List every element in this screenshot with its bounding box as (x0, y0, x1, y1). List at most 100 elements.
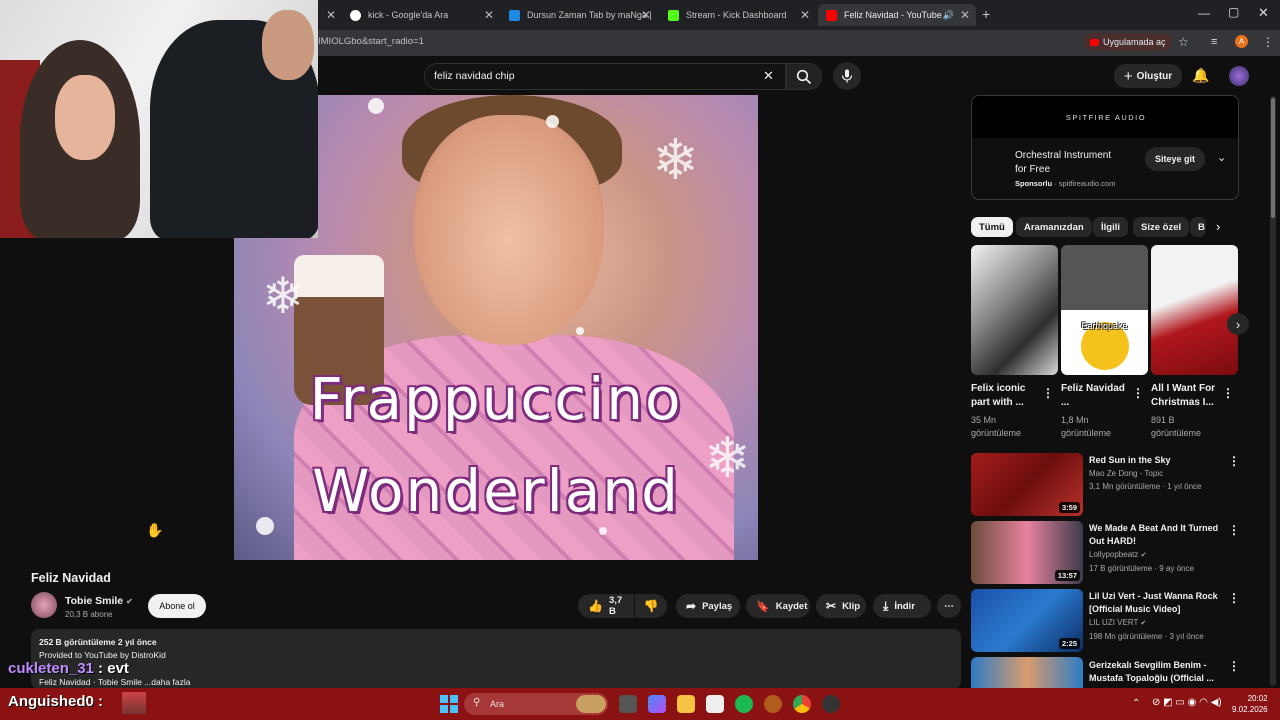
download-button[interactable]: ⤓ İndir (873, 594, 931, 618)
search-query[interactable]: feliz navidad chip (434, 70, 515, 82)
chevron-down-icon[interactable]: ⌄ (1217, 151, 1226, 164)
store-icon[interactable] (706, 695, 724, 713)
short-thumbnail[interactable] (1151, 245, 1238, 375)
sponsored-ad[interactable]: SPITFIRE AUDIO Orchestral Instrument for… (971, 95, 1239, 200)
tab-google-search[interactable]: kick - Google'da Ara ✕ (342, 4, 500, 26)
speaker-icon[interactable]: 🔊 (943, 10, 954, 21)
tray-chevron-icon[interactable]: ⌃ (1132, 698, 1140, 709)
open-in-app-button[interactable]: Uygulamada aç (1084, 33, 1172, 51)
create-button[interactable]: + Oluştur (1114, 64, 1182, 88)
channel-label[interactable]: Lollypopbeatz (1089, 550, 1138, 559)
video-overlay-text: Wonderland (312, 457, 680, 525)
scrollbar-thumb[interactable] (1271, 98, 1275, 218)
like-count: 3,7 B (608, 595, 623, 617)
tab-close-hidden[interactable]: ✕ (320, 4, 340, 26)
clear-search-icon[interactable]: ✕ (763, 68, 774, 84)
chip-from-search[interactable]: Aramanızdan (1016, 217, 1092, 237)
close-icon[interactable]: ✕ (484, 8, 494, 22)
chip-for-you[interactable]: Size özel (1133, 217, 1190, 237)
close-icon[interactable]: ✕ (960, 8, 970, 22)
tab-youtube[interactable]: Feliz Navidad - YouTube 🔊 ✕ (818, 4, 976, 26)
tab-label: Feliz Navidad - YouTube (844, 10, 942, 20)
clip-button[interactable]: ✂ Klip (816, 594, 866, 618)
channel-name-label[interactable]: Tobie Smile (65, 595, 123, 607)
browser-menu-icon[interactable]: ⋮ (1262, 35, 1274, 49)
widgets-icon[interactable] (648, 695, 666, 713)
app-icon[interactable] (764, 695, 782, 713)
recommendation-title[interactable]: Lil Uzi Vert - Just Wanna Rock [Official… (1089, 590, 1224, 616)
close-icon[interactable]: ✕ (800, 8, 810, 22)
recommendation-channel[interactable]: Mao Ze Dong - Topic (1089, 469, 1163, 478)
recommendation-thumbnail[interactable]: 13:57 (971, 521, 1083, 584)
recommendation-thumbnail[interactable]: 2:25 (971, 589, 1083, 652)
recommendation-title[interactable]: Red Sun in the Sky (1089, 454, 1224, 467)
ad-title[interactable]: Orchestral Instrument for Free (1015, 149, 1115, 177)
channel-label[interactable]: LIL UZI VERT (1089, 618, 1138, 627)
system-clock[interactable]: 20:02 9.02.2026 (1232, 693, 1268, 715)
tab-manga[interactable]: Dursun Zaman Tab by maNga | ✕ (501, 4, 657, 26)
tray-icons[interactable]: ⊘ ◩ ▭ ◉ ◠ ◀) (1152, 697, 1222, 708)
maximize-icon[interactable]: ▢ (1228, 5, 1239, 19)
close-icon[interactable]: ✕ (641, 8, 651, 22)
short-views: 1,8 Mn görüntüleme (1061, 415, 1112, 438)
obs-icon[interactable] (822, 695, 840, 713)
spotify-icon[interactable] (735, 695, 753, 713)
more-icon[interactable]: ⋮ (1222, 386, 1234, 400)
account-avatar[interactable] (1229, 66, 1249, 86)
short-title[interactable]: Feliz Navidad ... (1061, 382, 1131, 410)
notifications-bell-icon[interactable]: 🔔 (1192, 67, 1209, 84)
profile-avatar[interactable]: A (1235, 35, 1248, 48)
recommendation-thumbnail[interactable]: 3:59 (971, 453, 1083, 516)
like-button[interactable]: 👍 3,7 B (578, 594, 634, 618)
chip-next-partial[interactable]: B (1190, 217, 1206, 237)
dislike-button[interactable]: 👎 (635, 594, 667, 618)
file-explorer-icon[interactable] (677, 695, 695, 713)
recommendation-channel[interactable]: LIL UZI VERT ✔ (1089, 618, 1146, 627)
more-icon[interactable]: ⋮ (1228, 454, 1240, 468)
more-icon[interactable]: ⋮ (1228, 659, 1240, 673)
search-button[interactable] (786, 63, 822, 90)
mouse-cursor-icon: ✋ (146, 522, 164, 538)
more-icon[interactable]: ⋮ (1228, 523, 1240, 537)
tab-label: Stream - Kick Dashboard (686, 10, 787, 20)
windows-start-icon[interactable] (440, 695, 458, 713)
more-actions-button[interactable]: ⋯ (937, 594, 961, 618)
tab-kick-dashboard[interactable]: Stream - Kick Dashboard ✕ (660, 4, 816, 26)
more-icon[interactable]: ⋮ (1228, 591, 1240, 605)
chip-all[interactable]: Tümü (971, 217, 1013, 237)
chevron-right-icon[interactable]: › (1216, 219, 1220, 234)
url-field[interactable]: IMIOLGbo&start_radio=1 (318, 36, 424, 47)
short-title[interactable]: Felix iconic part with ... (971, 382, 1041, 410)
bookmark-star-icon[interactable]: ☆ (1178, 35, 1189, 49)
more-icon[interactable]: ⋮ (1042, 386, 1054, 400)
short-thumbnail[interactable] (971, 245, 1058, 375)
task-view-icon[interactable] (619, 695, 637, 713)
subscribe-button[interactable]: Abone ol (148, 594, 206, 618)
more-icon[interactable]: ⋮ (1132, 386, 1144, 400)
recommendation-title[interactable]: Gerizekalı Sevgilim Benim - Mustafa Topa… (1089, 659, 1224, 685)
new-tab-button[interactable]: + (982, 6, 990, 22)
recommendation-channel[interactable]: Lollypopbeatz ✔ (1089, 550, 1146, 559)
minimize-icon[interactable]: — (1198, 6, 1210, 20)
close-icon[interactable]: ✕ (326, 8, 336, 22)
open-in-app-label: Uygulamada aç (1103, 37, 1166, 47)
voice-search-button[interactable] (833, 62, 861, 90)
thumbs-down-icon: 👎 (643, 599, 659, 613)
save-button[interactable]: 🔖 Kaydet (746, 594, 810, 618)
shorts-next-button[interactable]: › (1227, 313, 1249, 335)
recommendation-thumbnail[interactable] (971, 657, 1083, 688)
share-button[interactable]: ➦ Paylaş (676, 594, 740, 618)
short-thumbnail[interactable]: Earthquake (1061, 245, 1148, 375)
youtube-icon (1090, 38, 1099, 46)
recommendation-title[interactable]: We Made A Beat And It Turned Out HARD! (1089, 522, 1224, 548)
channel-avatar[interactable] (31, 592, 57, 618)
media-control-icon[interactable]: ≡ (1211, 36, 1217, 48)
chrome-icon[interactable] (793, 695, 811, 713)
channel-name[interactable]: Tobie Smile ✔ (65, 595, 133, 607)
visit-site-button[interactable]: Siteye git (1145, 147, 1205, 171)
chip-related[interactable]: İlgili (1093, 217, 1128, 237)
description-more[interactable]: Feliz Navidad · Tobie Smile ...daha fazl… (39, 677, 191, 687)
short-title[interactable]: All I Want For Christmas I... (1151, 382, 1221, 410)
window-close-icon[interactable]: ✕ (1258, 5, 1269, 21)
video-frame-face (414, 115, 604, 345)
